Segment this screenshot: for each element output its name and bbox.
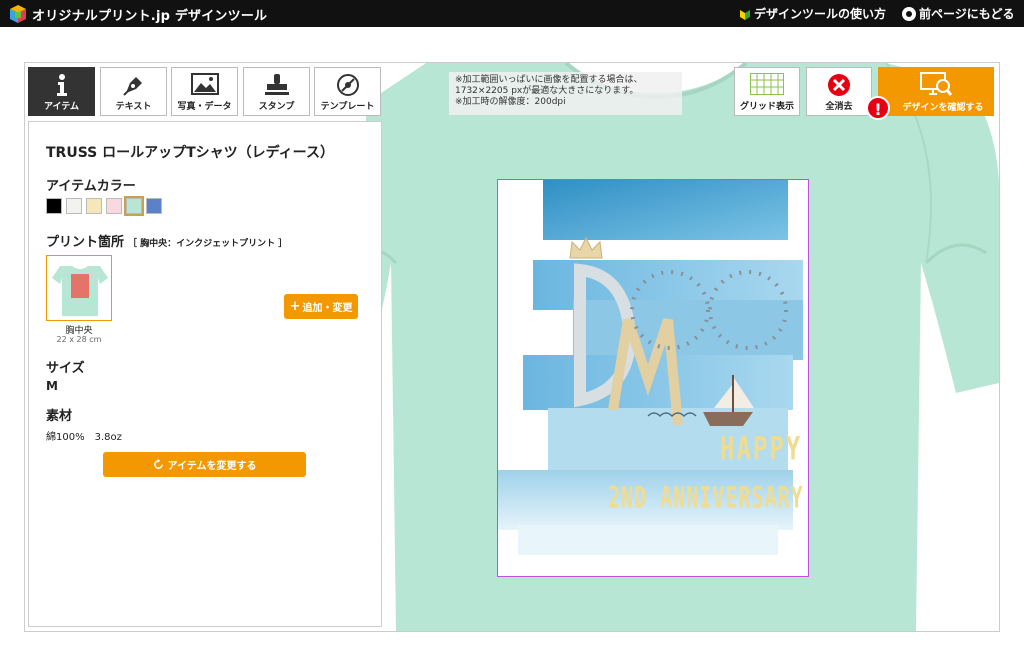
color-swatch-black[interactable] [46,198,62,214]
change-item-label: アイテムを変更する [167,461,257,472]
material-title: 素材 [46,409,73,424]
alert-icon: ! [866,96,890,120]
print-location-label: プリント箇所 [46,235,125,250]
tab-item-label: アイテム [43,102,80,112]
clear-icon [828,74,850,96]
back-link[interactable]: 前ページにもどる [902,5,1015,22]
add-change-label: 追加・変更 [302,303,353,314]
template-icon [336,74,359,96]
confirm-design-button[interactable]: デザインを確認する [878,67,994,116]
top-bar: オリジナルプリント.jp デザインツール デザインツールの使い方 前ページにもど… [0,0,1024,27]
monitor-search-icon [920,72,953,96]
tab-photo-data-label: 写真・データ [177,102,232,112]
tab-template-label: テンプレート [320,102,375,112]
notice-line-2: 1732×2205 pxが最適な大きさになります。 [455,86,639,96]
back-icon [902,6,916,21]
pen-icon [122,77,142,96]
tab-text[interactable]: テキスト [100,67,167,116]
brand-title[interactable]: オリジナルプリント.jp デザインツール [32,5,267,24]
guide-link[interactable]: デザインツールの使い方 [739,5,886,22]
guide-link-label: デザインツールの使い方 [754,7,887,21]
tab-photo-data[interactable]: 写真・データ [171,67,238,116]
color-swatch-mint[interactable] [124,196,144,216]
image-icon [190,73,219,95]
material-value: 綿100% 3.8oz [46,432,122,443]
confirm-label: デザインを確認する [902,103,984,113]
size-value: M [46,379,58,393]
print-area-marker [71,274,89,298]
notice-line-3: ※加工時の解像度：200dpi [455,97,566,107]
refresh-icon [153,459,163,469]
info-icon [56,74,67,96]
size-title: サイズ [46,361,85,376]
happy-text[interactable]: HAPPY [720,430,802,468]
grid-label: グリッド表示 [739,102,794,112]
design-artwork[interactable] [498,180,809,577]
item-color-title: アイテムカラー [46,179,136,194]
tab-item[interactable]: アイテム [28,67,95,116]
color-swatch-white[interactable] [66,198,82,214]
anniversary-text[interactable]: 2ND ANNIVERSARY [608,480,804,515]
tab-stamp[interactable]: スタンプ [243,67,310,116]
print-notice: ※加工範囲いっぱいに画像を配置する場合は、 1732×2205 pxが最適な大き… [449,72,682,115]
tab-text-label: テキスト [115,102,152,112]
add-change-button[interactable]: + 追加・変更 [284,294,358,319]
tab-stamp-label: スタンプ [258,102,295,112]
print-location-detail: ［ 胸中央：インクジェットプリント ］ [128,239,288,249]
stamp-icon [264,74,289,95]
print-area-size: 22 x 28 cm [56,335,102,344]
print-location-title: プリント箇所 ［ 胸中央：インクジェットプリント ］ [46,231,287,250]
tab-template[interactable]: テンプレート [314,67,381,116]
color-swatches [46,196,162,216]
color-swatch-cream[interactable] [86,198,102,214]
back-link-label: 前ページにもどる [919,7,1015,21]
clear-label: 全消去 [825,102,853,112]
clear-all-button[interactable]: 全消去 [806,67,872,116]
color-swatch-blue[interactable] [146,198,162,214]
print-area-thumbnail[interactable] [46,255,112,321]
plus-icon: + [289,299,301,314]
product-name: TRUSS ロールアップTシャツ（レディース） [46,145,334,161]
color-swatch-pink[interactable] [106,198,122,214]
beginner-leaf-icon [740,9,750,20]
change-item-button[interactable]: アイテムを変更する [103,452,306,477]
notice-line-1: ※加工範囲いっぱいに画像を配置する場合は、 [455,75,643,85]
grid-toggle-button[interactable]: グリッド表示 [734,67,800,116]
print-area[interactable]: HAPPY 2ND ANNIVERSARY [497,179,809,577]
brand-logo-icon [10,5,26,23]
grid-icon [750,73,784,95]
